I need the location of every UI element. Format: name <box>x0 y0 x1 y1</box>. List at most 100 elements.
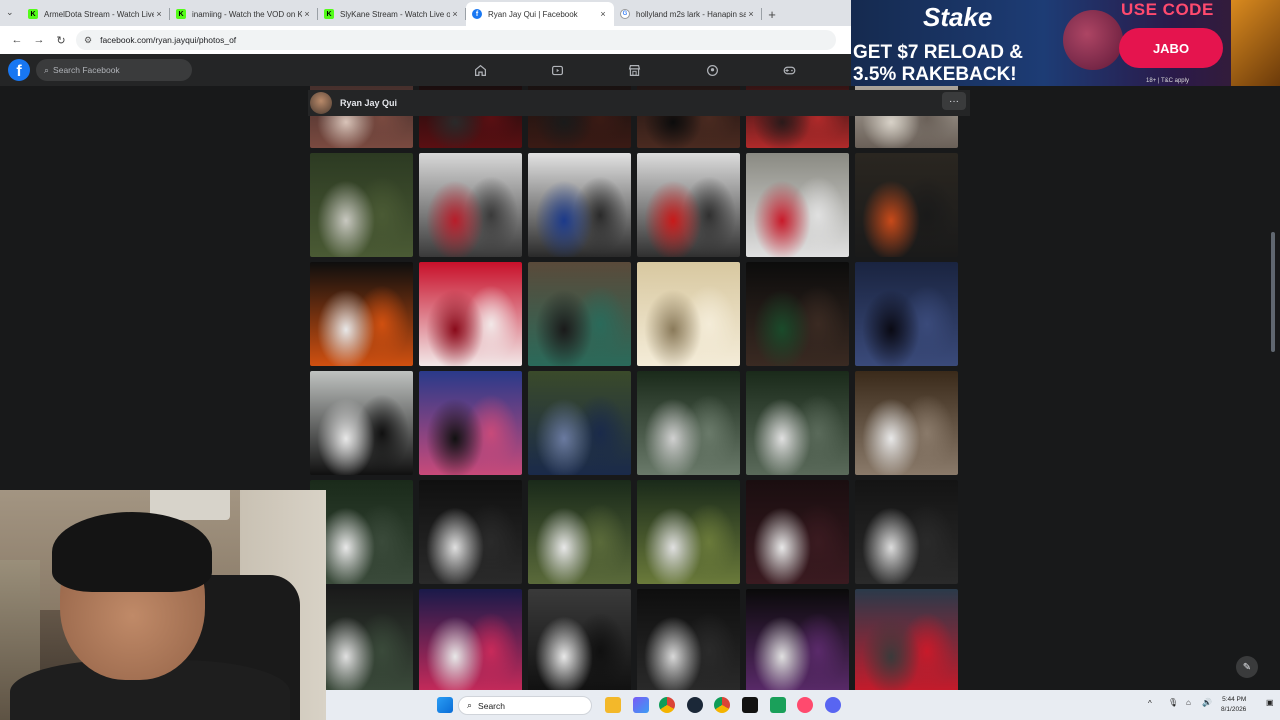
ad-headline-line2: 3.5% RAKEBACK! <box>853 64 1017 85</box>
ad-ball-graphic <box>1063 10 1123 70</box>
photo-thumbnail[interactable] <box>310 371 413 475</box>
chrome-icon[interactable] <box>659 697 675 713</box>
new-tab-button[interactable]: + <box>762 2 782 26</box>
url-text: facebook.com/ryan.jayqui/photos_of <box>100 35 237 45</box>
url-field[interactable]: ⚙ facebook.com/ryan.jayqui/photos_of <box>76 30 836 50</box>
gaming-icon[interactable] <box>774 54 804 86</box>
close-tab-icon[interactable]: × <box>746 9 756 19</box>
taskbar-clock[interactable]: 5:44 PM 8/1/2026 <box>1221 695 1246 715</box>
photo-thumbnail[interactable] <box>637 153 740 257</box>
compose-message-button[interactable]: ✎ <box>1236 656 1258 678</box>
clock-date: 8/1/2026 <box>1221 706 1247 713</box>
photo-thumbnail[interactable] <box>419 480 522 584</box>
webcam-person-hair <box>52 512 212 592</box>
address-bar: ← → ↻ ⚙ facebook.com/ryan.jayqui/photos_… <box>0 26 851 54</box>
photo-thumbnail[interactable] <box>855 262 958 366</box>
photo-thumbnail[interactable] <box>855 371 958 475</box>
browser-tab-title: Ryan Jay Qui | Facebook <box>488 9 578 19</box>
more-options-button[interactable]: ··· <box>942 92 966 110</box>
scrollbar-thumb[interactable] <box>1271 232 1275 352</box>
photo-thumbnail[interactable] <box>637 480 740 584</box>
forward-button[interactable]: → <box>28 29 50 51</box>
network-icon[interactable]: ⌂ <box>1186 698 1191 707</box>
browser-tab[interactable]: f Ryan Jay Qui | Facebook × <box>466 2 614 26</box>
photo-thumbnail[interactable] <box>419 371 522 475</box>
photo-thumbnail[interactable] <box>855 480 958 584</box>
ad-use-code-label: USE CODE <box>1121 0 1214 19</box>
copilot-icon[interactable] <box>633 697 649 713</box>
photo-thumbnail[interactable] <box>310 153 413 257</box>
taskbar-search[interactable]: ⌕ Search <box>458 696 592 715</box>
groups-icon[interactable] <box>697 54 727 86</box>
photo-thumbnail[interactable] <box>419 153 522 257</box>
discord-icon[interactable] <box>825 697 841 713</box>
close-tab-icon[interactable]: × <box>154 9 164 19</box>
volume-icon[interactable]: 🔊 <box>1202 698 1212 707</box>
browser-tab-title: inamiing - Watch the VOD on K <box>192 9 302 19</box>
reload-button[interactable]: ↻ <box>50 29 72 51</box>
facebook-search-input[interactable]: ⌕ Search Facebook <box>36 59 192 81</box>
browser-tab-title: SlyKane Stream - Watch Live o <box>340 9 450 19</box>
photo-thumbnail[interactable] <box>528 480 631 584</box>
photo-thumbnail[interactable] <box>528 262 631 366</box>
close-tab-icon[interactable]: × <box>598 9 608 19</box>
tray-chevron-icon[interactable]: ^ <box>1148 699 1152 708</box>
windows-taskbar: ⌕ Search ^ 🎙 ⌂ 🔊 5:44 PM 8/1/2026 ▣ <box>326 690 1280 720</box>
file-explorer-icon[interactable] <box>605 697 621 713</box>
photo-thumbnail[interactable] <box>746 371 849 475</box>
ad-mascot-graphic <box>1231 0 1280 86</box>
browser-tab-bar: ⌄ K ArmelDota Stream - Watch Live × Kinamii… <box>0 0 851 26</box>
photo-thumbnail[interactable] <box>855 589 958 690</box>
photo-thumbnail[interactable] <box>746 480 849 584</box>
ad-terms: 18+ | T&C apply <box>1146 78 1189 84</box>
facebook-logo-icon[interactable]: f <box>8 59 30 81</box>
photo-thumbnail[interactable] <box>746 262 849 366</box>
browser-tab[interactable]: K ArmelDota Stream - Watch Live × <box>22 2 170 26</box>
windows-start-icon[interactable] <box>437 697 453 713</box>
ad-brand: Stake <box>923 2 993 32</box>
marketplace-icon[interactable] <box>619 54 649 86</box>
chrome-profile-icon[interactable] <box>714 697 730 713</box>
app-icon[interactable] <box>770 697 786 713</box>
browser-tab[interactable]: K SlyKane Stream - Watch Live o × <box>318 2 466 26</box>
photo-thumbnail[interactable] <box>310 262 413 366</box>
stake-ad-banner[interactable]: Stake GET $7 RELOAD & 3.5% RAKEBACK! USE… <box>851 0 1280 86</box>
scrollbar-track[interactable] <box>1270 86 1276 690</box>
obs-icon[interactable] <box>742 697 758 713</box>
video-icon[interactable] <box>542 54 572 86</box>
browser-tab-title: hollyland m2s lark - Hanapin sa <box>636 9 746 19</box>
home-icon[interactable] <box>465 54 495 86</box>
profile-name[interactable]: Ryan Jay Qui <box>340 98 397 108</box>
notification-icon[interactable]: ▣ <box>1266 698 1274 707</box>
screen: ⌄ K ArmelDota Stream - Watch Live × Kinamii… <box>0 0 1280 720</box>
site-info-icon[interactable]: ⚙ <box>84 35 92 46</box>
browser-tab-title: ArmelDota Stream - Watch Live <box>44 9 154 19</box>
photo-thumbnail[interactable] <box>419 262 522 366</box>
photo-thumbnail[interactable] <box>746 153 849 257</box>
photo-thumbnail[interactable] <box>637 371 740 475</box>
back-button[interactable]: ← <box>6 29 28 51</box>
facebook-top-bar: f ⌕ Search Facebook <box>0 54 851 86</box>
avatar[interactable] <box>310 92 332 114</box>
ad-code-button[interactable]: JABO <box>1119 28 1223 68</box>
browser-tab[interactable]: Kinamiing - Watch the VOD on K × <box>170 2 318 26</box>
tab-search-icon[interactable]: ⌄ <box>6 7 14 18</box>
profile-header: Ryan Jay Qui ··· <box>308 90 970 116</box>
microphone-icon[interactable]: 🎙 <box>1168 698 1178 707</box>
browser-tab[interactable]: Ghollyland m2s lark - Hanapin sa × <box>614 2 762 26</box>
facebook-favicon-icon: f <box>472 9 482 19</box>
photo-thumbnail[interactable] <box>528 589 631 690</box>
photo-thumbnail[interactable] <box>855 153 958 257</box>
close-tab-icon[interactable]: × <box>302 9 312 19</box>
photo-thumbnail[interactable] <box>637 589 740 690</box>
photo-thumbnail[interactable] <box>637 262 740 366</box>
messenger-icon[interactable] <box>797 697 813 713</box>
close-tab-icon[interactable]: × <box>450 9 460 19</box>
steam-icon[interactable] <box>687 697 703 713</box>
photo-thumbnail[interactable] <box>746 589 849 690</box>
search-icon: ⌕ <box>467 700 473 710</box>
photo-thumbnail[interactable] <box>528 371 631 475</box>
photo-thumbnail[interactable] <box>419 589 522 690</box>
kick-favicon-icon: K <box>324 9 334 19</box>
photo-thumbnail[interactable] <box>528 153 631 257</box>
